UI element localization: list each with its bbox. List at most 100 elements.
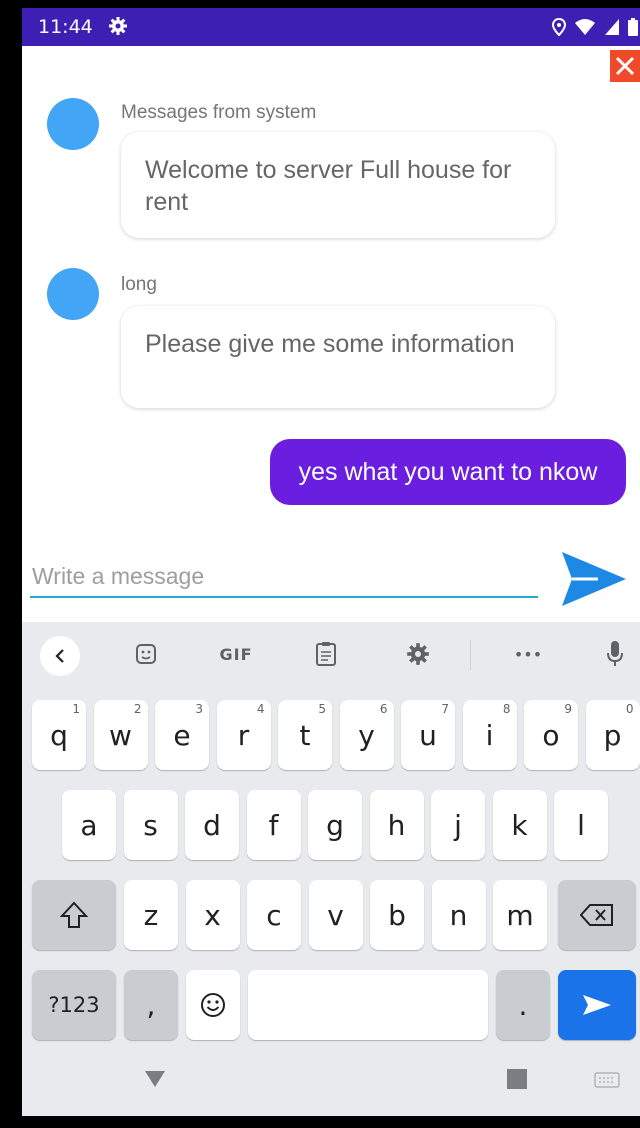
gif-button[interactable]: GIF [208,636,264,672]
key-o[interactable]: o9 [524,700,578,770]
key-hint: 2 [133,702,142,716]
nav-recents-icon[interactable] [506,1068,528,1090]
message-input[interactable] [30,556,538,598]
key-m[interactable]: m [493,880,547,950]
keyboard-switch-icon[interactable] [594,1072,620,1088]
key-label: v [327,898,344,932]
gif-label: GIF [219,644,253,664]
key-j[interactable]: j [431,790,485,860]
sent-message-bubble: yes what you want to nkow [270,439,626,505]
voice-input-button[interactable] [600,636,630,672]
key-hint: 9 [564,702,572,716]
navigation-bar [22,1042,640,1116]
key-label: h [387,808,406,842]
key-label: j [454,808,462,842]
symbols-key[interactable]: ?123 [32,970,116,1040]
key-y[interactable]: y6 [339,700,394,770]
key-label: q [50,718,68,752]
keyboard-back-button[interactable] [40,636,80,676]
key-s[interactable]: s [123,790,178,860]
message-sender: long [121,274,157,295]
send-arrow-icon [583,995,611,1015]
key-label: ?123 [48,993,100,1017]
more-button[interactable]: ••• [506,636,550,672]
period-key[interactable]: . [496,970,550,1040]
shift-icon [59,901,89,928]
key-e[interactable]: e3 [155,700,209,770]
key-label: , [146,988,156,1022]
location-icon [552,18,566,36]
emoji-key[interactable] [186,970,240,1040]
message-sender: Messages from system [121,102,317,123]
nav-back-icon[interactable] [144,1070,166,1088]
key-label: s [143,808,158,842]
signal-icon [605,19,619,35]
key-hint: 5 [318,702,326,716]
key-i[interactable]: i8 [462,700,517,770]
key-g[interactable]: g [308,790,362,860]
key-hint: 8 [502,702,511,716]
clipboard-button[interactable] [306,636,346,672]
key-n[interactable]: n [431,880,486,950]
backspace-icon [580,904,613,926]
avatar [47,98,99,150]
key-label: z [143,898,159,932]
backspace-key[interactable] [558,880,636,950]
key-label: u [419,718,437,752]
sticker-icon [136,644,156,664]
key-v[interactable]: v [308,880,363,950]
phone-screen: 11:44 Messages from system Welcome to se… [22,8,640,1116]
key-h[interactable]: h [369,790,424,860]
key-label: m [506,898,534,932]
comma-key[interactable]: , [124,970,178,1040]
key-b[interactable]: b [370,880,424,950]
key-hint: 6 [379,702,388,716]
keyboard-settings-button[interactable] [398,636,438,672]
key-label: y [358,718,375,752]
status-time: 11:44 [38,16,93,38]
key-hint: 0 [625,702,634,716]
close-button[interactable] [610,50,640,82]
key-p[interactable]: p0 [585,700,640,770]
space-key[interactable] [248,970,488,1040]
key-r[interactable]: r4 [216,700,271,770]
key-q[interactable]: q1 [32,700,86,770]
key-u[interactable]: u7 [401,700,455,770]
soft-keyboard: GIF ••• q 1 w 2 e 3 r 4 t 5 y 6 u 7 i 8 … [22,622,640,1042]
key-hint: 1 [72,702,80,716]
status-icons [552,17,638,37]
send-button[interactable] [558,548,630,610]
status-bar: 11:44 [22,8,640,46]
enter-send-key[interactable] [558,970,636,1040]
key-t[interactable]: t5 [278,700,332,770]
key-x[interactable]: x [185,880,240,950]
wifi-icon [575,19,595,35]
key-label: p [603,718,622,752]
key-hint: 7 [441,702,449,716]
key-label: k [511,808,528,842]
sticker-button[interactable] [126,636,166,672]
more-icon: ••• [513,644,543,664]
key-w[interactable]: w2 [93,700,148,770]
key-z[interactable]: z [124,880,178,950]
message-text: Welcome to server Full house for rent [145,156,512,216]
key-label: t [299,718,311,752]
key-a[interactable]: a [62,790,116,860]
key-l[interactable]: l [554,790,608,860]
clipboard-icon [316,642,336,666]
keyboard-toolbar: GIF ••• [22,622,640,686]
key-label: w [109,718,132,752]
key-label: o [542,718,560,752]
key-label: g [326,808,344,842]
microphone-icon [607,641,623,666]
key-c[interactable]: c [247,880,301,950]
sent-message-text: yes what you want to nkow [298,457,598,486]
gear-icon [407,643,429,665]
key-d[interactable]: d [185,790,239,860]
key-label: f [268,808,279,842]
shift-key[interactable] [32,880,116,950]
key-k[interactable]: k [492,790,547,860]
chevron-left-icon [55,649,64,663]
message-text: Please give me some information [145,330,515,358]
key-f[interactable]: f [246,790,301,860]
